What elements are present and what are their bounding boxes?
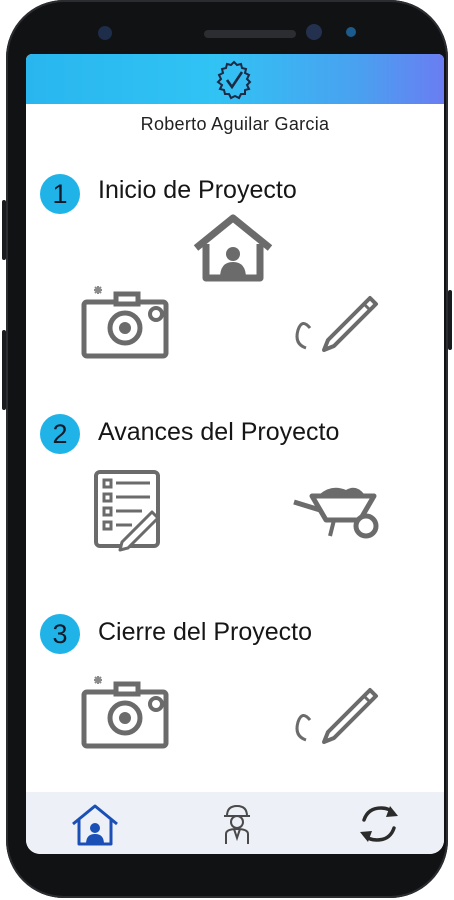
- section-3-title: Cierre del Proyecto: [98, 618, 312, 646]
- front-sensor: [98, 26, 112, 40]
- house-icon[interactable]: [190, 212, 276, 284]
- section-2-number: 2: [40, 414, 80, 454]
- bixby-button: [2, 330, 6, 410]
- camera-icon[interactable]: [78, 284, 174, 362]
- section-1-title: Inicio de Proyecto: [98, 176, 297, 204]
- camera-icon[interactable]: [78, 674, 174, 752]
- earpiece: [204, 30, 296, 38]
- phone-frame: Roberto Aguilar Garcia 1 Inicio de Proye…: [2, 0, 452, 898]
- user-name: Roberto Aguilar Garcia: [140, 114, 330, 134]
- clock-check-icon: [212, 60, 256, 100]
- front-camera: [306, 24, 322, 40]
- app-screen: Roberto Aguilar Garcia 1 Inicio de Proye…: [26, 54, 444, 854]
- volume-button: [2, 200, 6, 260]
- signature-pencil-icon[interactable]: [288, 680, 380, 750]
- signature-pencil-icon[interactable]: [288, 288, 380, 358]
- iris-sensor: [346, 27, 356, 37]
- worker-icon[interactable]: [212, 802, 262, 846]
- bottom-nav: [26, 792, 444, 854]
- power-button: [448, 290, 452, 350]
- home-user-icon[interactable]: [70, 802, 120, 846]
- app-header: [26, 54, 444, 104]
- wheelbarrow-icon[interactable]: [290, 480, 382, 544]
- section-3-number: 3: [40, 614, 80, 654]
- checklist-document-icon[interactable]: [92, 468, 164, 552]
- section-2-title: Avances del Proyecto: [98, 418, 340, 446]
- section-1-number: 1: [40, 174, 80, 214]
- refresh-icon[interactable]: [354, 802, 404, 846]
